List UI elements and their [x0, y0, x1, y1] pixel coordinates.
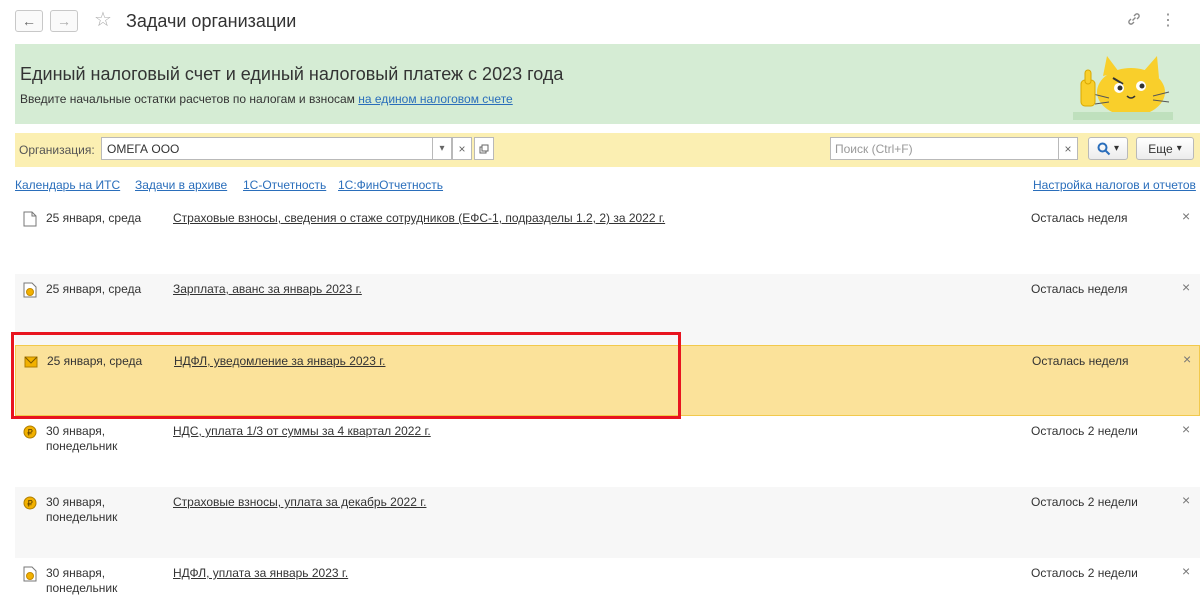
close-icon[interactable]: ×	[1182, 208, 1190, 224]
organization-field[interactable]: ОМЕГА ООО	[101, 137, 451, 160]
task-link[interactable]: Страховые взносы, уплата за декабрь 2022…	[173, 495, 426, 509]
highlight-frame	[11, 332, 681, 419]
ens-link[interactable]: на едином налоговом счете	[358, 92, 512, 106]
chevron-down-icon: ▾	[1113, 143, 1120, 154]
forward-button[interactable]: →	[50, 10, 78, 32]
chevron-down-icon: ▾	[439, 143, 445, 154]
calendar-link[interactable]: Календарь на ИТС	[15, 178, 120, 192]
payment-doc-icon	[23, 282, 37, 298]
close-icon[interactable]: ×	[1182, 563, 1190, 579]
task-date: 25 января, среда	[46, 282, 142, 296]
org-clear-button[interactable]: ×	[452, 137, 472, 160]
more-button[interactable]: Еще ▾	[1136, 137, 1194, 160]
task-status: Осталось 2 недели	[1031, 495, 1138, 509]
task-link[interactable]: Страховые взносы, сведения о стаже сотру…	[173, 211, 665, 225]
close-icon[interactable]: ×	[1183, 351, 1191, 367]
task-row[interactable]: 30 января, понедельник НДФЛ, уплата за я…	[15, 558, 1200, 595]
ens-banner: Единый налоговый счет и единый налоговый…	[15, 44, 1200, 124]
task-row[interactable]: 25 января, среда Страховые взносы, сведе…	[15, 203, 1200, 274]
task-date: 30 января, понедельник	[46, 495, 118, 524]
arrow-left-icon: ←	[22, 13, 36, 29]
search-icon	[1097, 142, 1111, 155]
page-title: Задачи организации	[126, 11, 297, 31]
task-link[interactable]: НДС, уплата 1/3 от суммы за 4 квартал 20…	[173, 424, 431, 438]
banner-text: Введите начальные остатки расчетов по на…	[20, 92, 513, 106]
link-icon[interactable]	[1126, 11, 1142, 32]
close-icon[interactable]: ×	[1182, 421, 1190, 437]
org-open-button[interactable]	[474, 137, 494, 160]
more-menu-icon[interactable]: ⋮	[1160, 10, 1176, 30]
task-status: Осталось 2 недели	[1031, 424, 1138, 438]
ruble-coin-icon: ₽	[23, 496, 37, 510]
task-link[interactable]: Зарплата, аванс за январь 2023 г.	[173, 282, 362, 296]
clear-icon: ×	[458, 141, 466, 156]
task-link[interactable]: НДФЛ, уплата за январь 2023 г.	[173, 566, 348, 580]
task-date: 30 января, понедельник	[46, 424, 118, 453]
organization-label: Организация:	[19, 143, 95, 157]
star-icon[interactable]: ☆	[94, 9, 112, 31]
close-icon[interactable]: ×	[1182, 279, 1190, 295]
document-icon	[23, 211, 37, 227]
arrow-right-icon: →	[57, 13, 71, 29]
banner-title: Единый налоговый счет и единый налоговый…	[20, 64, 564, 84]
more-button-label: Еще	[1148, 141, 1173, 156]
task-status: Осталась неделя	[1031, 282, 1128, 296]
quick-links: Календарь на ИТС Задачи в архиве 1С-Отче…	[15, 178, 1200, 194]
chevron-down-icon: ▾	[1176, 143, 1182, 154]
open-form-icon	[479, 144, 489, 153]
search-button[interactable]: ▾	[1088, 137, 1128, 160]
banner-description: Введите начальные остатки расчетов по на…	[20, 92, 355, 106]
org-dropdown-button[interactable]: ▾	[432, 137, 452, 160]
fin-reporting-link[interactable]: 1С:ФинОтчетность	[338, 178, 443, 192]
back-button[interactable]: ←	[15, 10, 43, 32]
search-input[interactable]: Поиск (Ctrl+F)	[830, 137, 1060, 160]
task-date: 25 января, среда	[46, 211, 142, 225]
svg-text:₽: ₽	[27, 500, 33, 510]
task-status: Осталась неделя	[1031, 211, 1128, 225]
task-date: 30 января, понедельник	[46, 566, 118, 595]
search-clear-button[interactable]: ×	[1058, 137, 1078, 160]
svg-text:₽: ₽	[27, 429, 33, 439]
window-header: ← → ☆ Задачи организации ⋮	[0, 0, 1200, 44]
close-icon[interactable]: ×	[1182, 492, 1190, 508]
ruble-coin-icon: ₽	[23, 425, 37, 439]
task-row[interactable]: ₽ 30 января, понедельник Страховые взнос…	[15, 487, 1200, 558]
clear-icon: ×	[1064, 141, 1072, 156]
reporting-link[interactable]: 1С-Отчетность	[243, 178, 326, 192]
task-row[interactable]: ₽ 30 января, понедельник НДС, уплата 1/3…	[15, 416, 1200, 487]
cat-mascot-icon	[1073, 56, 1173, 120]
tax-settings-link[interactable]: Настройка налогов и отчетов	[1033, 178, 1196, 192]
task-status: Осталась неделя	[1032, 354, 1129, 368]
task-status: Осталось 2 недели	[1031, 566, 1138, 580]
payment-doc-icon	[23, 566, 37, 582]
filter-toolbar: Организация: ОМЕГА ООО ▾ × Поиск (Ctrl+F…	[15, 133, 1200, 167]
archive-link[interactable]: Задачи в архиве	[135, 178, 227, 192]
